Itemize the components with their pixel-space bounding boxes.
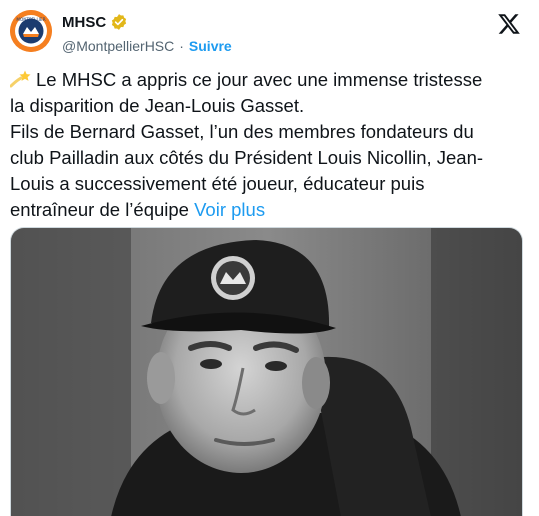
club-crest-icon: MONTPELLIER xyxy=(10,10,52,52)
gold-verified-badge-icon[interactable] xyxy=(110,13,128,31)
account-avatar[interactable]: MONTPELLIER xyxy=(10,10,52,52)
tweet-author: MHSC @MontpellierHSC · Suivre xyxy=(62,12,232,55)
svg-text:MONTPELLIER: MONTPELLIER xyxy=(16,17,45,22)
shooting-star-emoji-icon xyxy=(10,70,31,88)
author-name-row: MHSC xyxy=(62,12,232,32)
follow-button[interactable]: Suivre xyxy=(189,38,232,54)
account-name[interactable]: MHSC xyxy=(62,14,106,31)
tweet-photo[interactable] xyxy=(10,227,523,516)
x-logo-icon[interactable] xyxy=(497,12,521,36)
see-more-link[interactable]: Voir plus xyxy=(194,199,265,220)
separator-dot: · xyxy=(179,38,184,54)
account-handle[interactable]: @MontpellierHSC xyxy=(62,38,174,54)
tweet-body: Le MHSC a appris ce jour avec une immens… xyxy=(10,69,484,220)
portrait-photo-image xyxy=(11,228,522,516)
tweet-text: Le MHSC a appris ce jour avec une immens… xyxy=(10,67,525,223)
author-handle-row: @MontpellierHSC · Suivre xyxy=(62,37,232,55)
